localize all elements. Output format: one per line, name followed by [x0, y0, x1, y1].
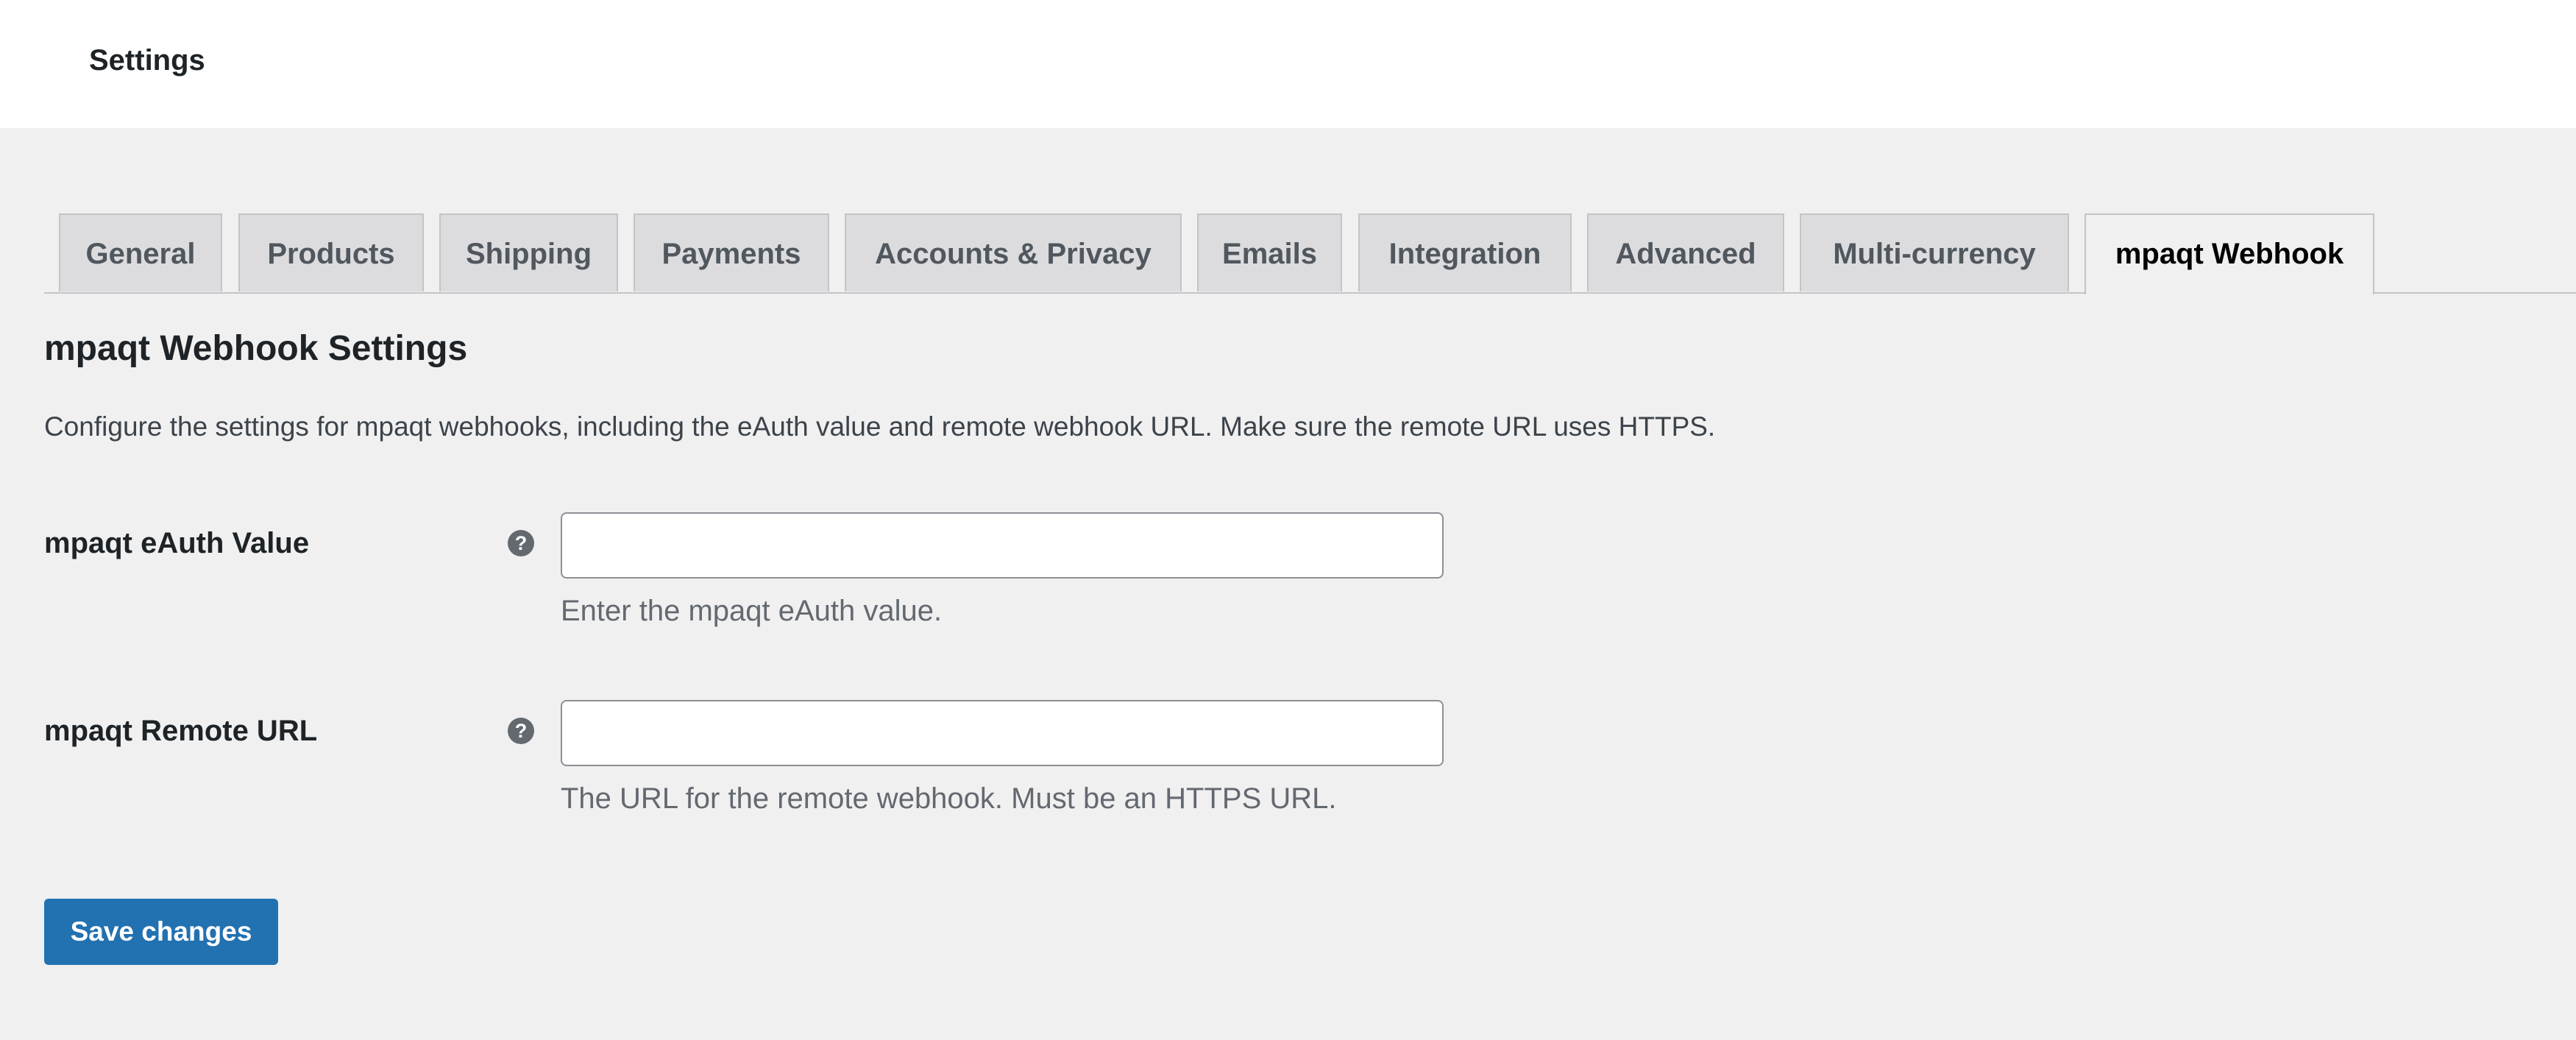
tab-mpaqt-webhook[interactable]: mpaqt Webhook — [2084, 213, 2374, 294]
page-title: Settings — [89, 44, 205, 77]
tab-shipping[interactable]: Shipping — [439, 213, 618, 291]
save-changes-button[interactable]: Save changes — [44, 899, 278, 965]
tab-multi-currency[interactable]: Multi-currency — [1800, 213, 2069, 291]
tab-accounts-privacy[interactable]: Accounts & Privacy — [845, 213, 1182, 291]
section-title: mpaqt Webhook Settings — [44, 329, 468, 368]
tab-payments[interactable]: Payments — [634, 213, 829, 291]
remote-url-label: mpaqt Remote URL — [44, 715, 318, 747]
eauth-value-input[interactable] — [561, 512, 1444, 579]
section-description: Configure the settings for mpaqt webhook… — [44, 411, 1716, 442]
question-mark-icon[interactable]: ? — [508, 530, 534, 556]
tab-advanced[interactable]: Advanced — [1587, 213, 1784, 291]
question-mark-icon[interactable]: ? — [508, 718, 534, 744]
top-bar: Settings — [0, 0, 2576, 128]
tab-general[interactable]: General — [59, 213, 222, 291]
tab-integration[interactable]: Integration — [1358, 213, 1572, 291]
eauth-value-description: Enter the mpaqt eAuth value. — [561, 595, 943, 627]
remote-url-input[interactable] — [561, 700, 1444, 766]
settings-tabs: General Products Shipping Payments Accou… — [44, 213, 2576, 294]
tab-products[interactable]: Products — [238, 213, 424, 291]
tab-emails[interactable]: Emails — [1197, 213, 1342, 291]
eauth-value-label: mpaqt eAuth Value — [44, 527, 310, 559]
remote-url-description: The URL for the remote webhook. Must be … — [561, 782, 1337, 815]
